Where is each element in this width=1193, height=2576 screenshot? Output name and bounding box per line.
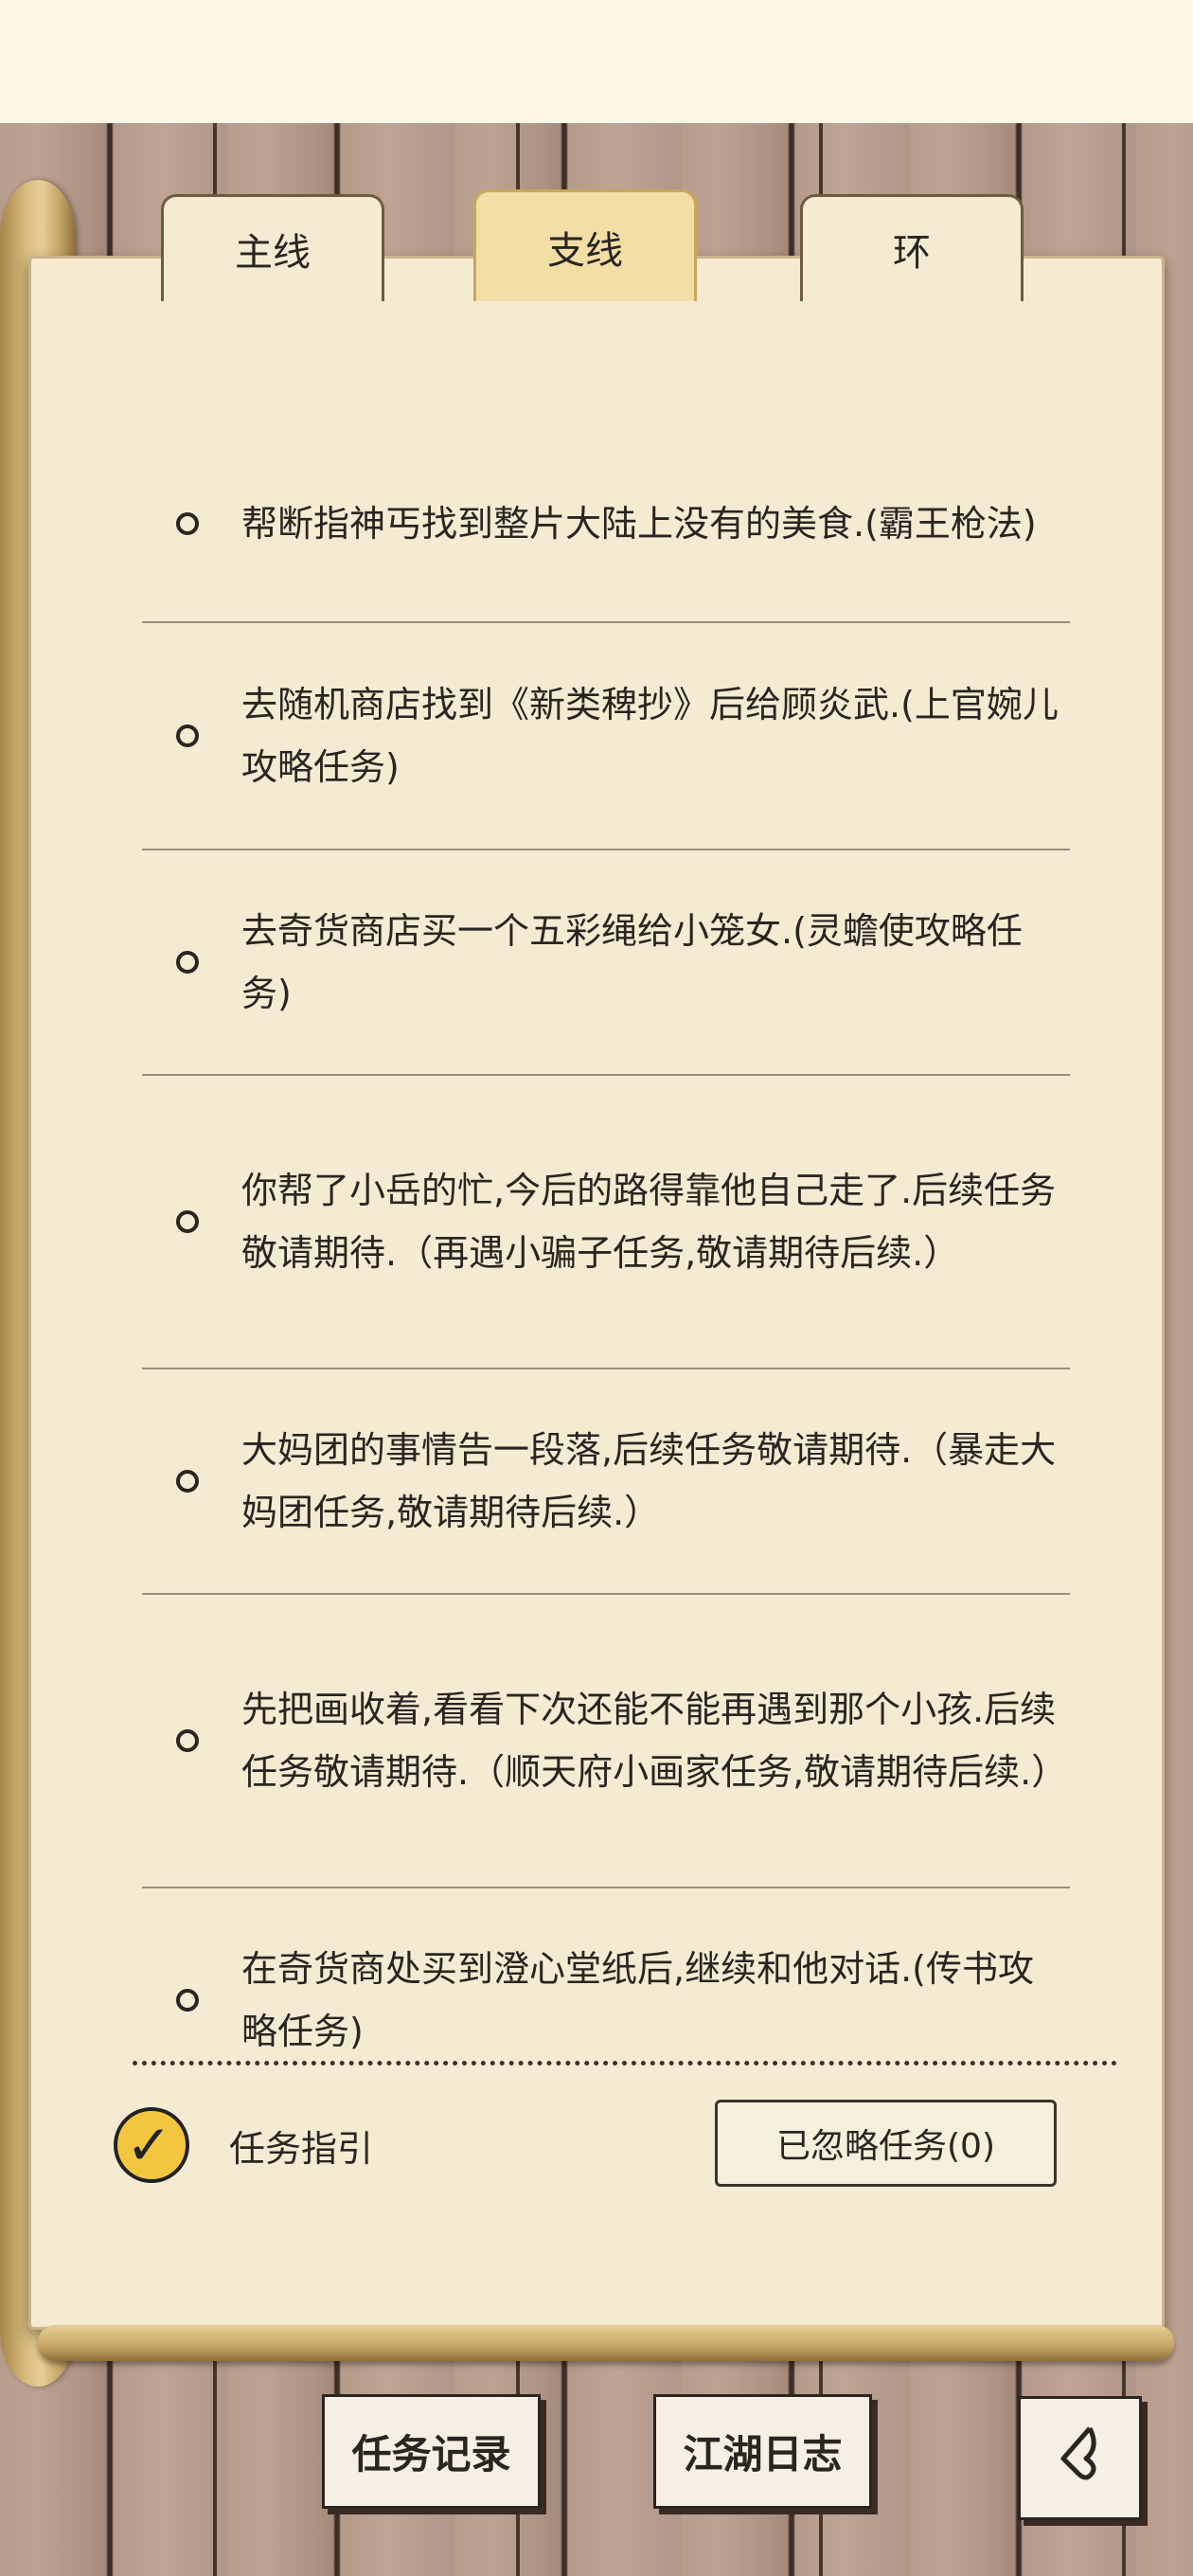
task-record-button[interactable]: 任务记录 — [322, 2394, 541, 2509]
task-item[interactable]: 在奇货商处买到澄心堂纸后,继续和他对话.(传书攻略任务) — [142, 1888, 1070, 2055]
task-item[interactable]: 去奇货商店买一个五彩绳给小笼女.(灵蟾使攻略任务) — [142, 850, 1070, 1076]
task-item[interactable]: 去随机商店找到《新类稗抄》后给顾炎武.(上官婉儿攻略任务) — [142, 623, 1070, 850]
bullet-icon — [176, 1470, 199, 1493]
bullet-icon — [176, 1989, 199, 2012]
task-guide-label: 任务指引 — [229, 2127, 374, 2170]
back-arrow-icon — [1060, 2425, 1096, 2479]
tab-main-quest[interactable]: 主线 — [161, 194, 384, 301]
tab-side-quest[interactable]: 支线 — [473, 189, 697, 301]
back-button[interactable] — [1018, 2396, 1142, 2520]
scroll-rod-bottom — [38, 2325, 1174, 2361]
divider — [133, 2061, 1117, 2066]
bullet-icon — [176, 1210, 199, 1233]
checkmark-icon[interactable]: ✓ — [114, 2107, 189, 2183]
task-item[interactable]: 先把画收着,看看下次还能不能再遇到那个小孩.后续任务敬请期待.（顺天府小画家任务… — [142, 1595, 1070, 1888]
task-item[interactable]: 你帮了小岳的忙,今后的路得靠他自己走了.后续任务敬请期待.（再遇小骗子任务,敬请… — [142, 1076, 1070, 1369]
top-bar — [0, 0, 1193, 125]
task-text: 帮断指神丐找到整片大陆上没有的美食.(霸王枪法) — [241, 503, 1037, 545]
bullet-icon — [176, 724, 199, 747]
task-text: 去随机商店找到《新类稗抄》后给顾炎武.(上官婉儿攻略任务) — [241, 684, 1059, 788]
ignored-tasks-button[interactable]: 已忽略任务(0) — [715, 2100, 1057, 2187]
tab-ring-quest[interactable]: 环 — [800, 194, 1024, 301]
task-list[interactable]: 帮断指神丐找到整片大陆上没有的美食.(霸王枪法) 去随机商店找到《新类稗抄》后给… — [142, 426, 1070, 2055]
task-text: 你帮了小岳的忙,今后的路得靠他自己走了.后续任务敬请期待.（再遇小骗子任务,敬请… — [241, 1170, 1057, 1274]
task-text: 大妈团的事情告一段落,后续任务敬请期待.（暴走大妈团任务,敬请期待后续.） — [241, 1429, 1057, 1533]
bullet-icon — [176, 1729, 199, 1752]
bullet-icon — [176, 512, 199, 535]
task-text: 去奇货商店买一个五彩绳给小笼女.(灵蟾使攻略任务) — [241, 910, 1023, 1014]
task-text: 先把画收着,看看下次还能不能再遇到那个小孩.后续任务敬请期待.（顺天府小画家任务… — [241, 1689, 1068, 1793]
jianghu-journal-button[interactable]: 江湖日志 — [653, 2394, 872, 2509]
task-guide-toggle[interactable]: ✓ 任务指引 — [114, 2107, 373, 2183]
bullet-icon — [176, 951, 199, 974]
task-item[interactable]: 帮断指神丐找到整片大陆上没有的美食.(霸王枪法) — [142, 426, 1070, 623]
task-item[interactable]: 大妈团的事情告一段落,后续任务敬请期待.（暴走大妈团任务,敬请期待后续.） — [142, 1369, 1070, 1595]
task-text: 在奇货商处买到澄心堂纸后,继续和他对话.(传书攻略任务) — [241, 1948, 1034, 2052]
